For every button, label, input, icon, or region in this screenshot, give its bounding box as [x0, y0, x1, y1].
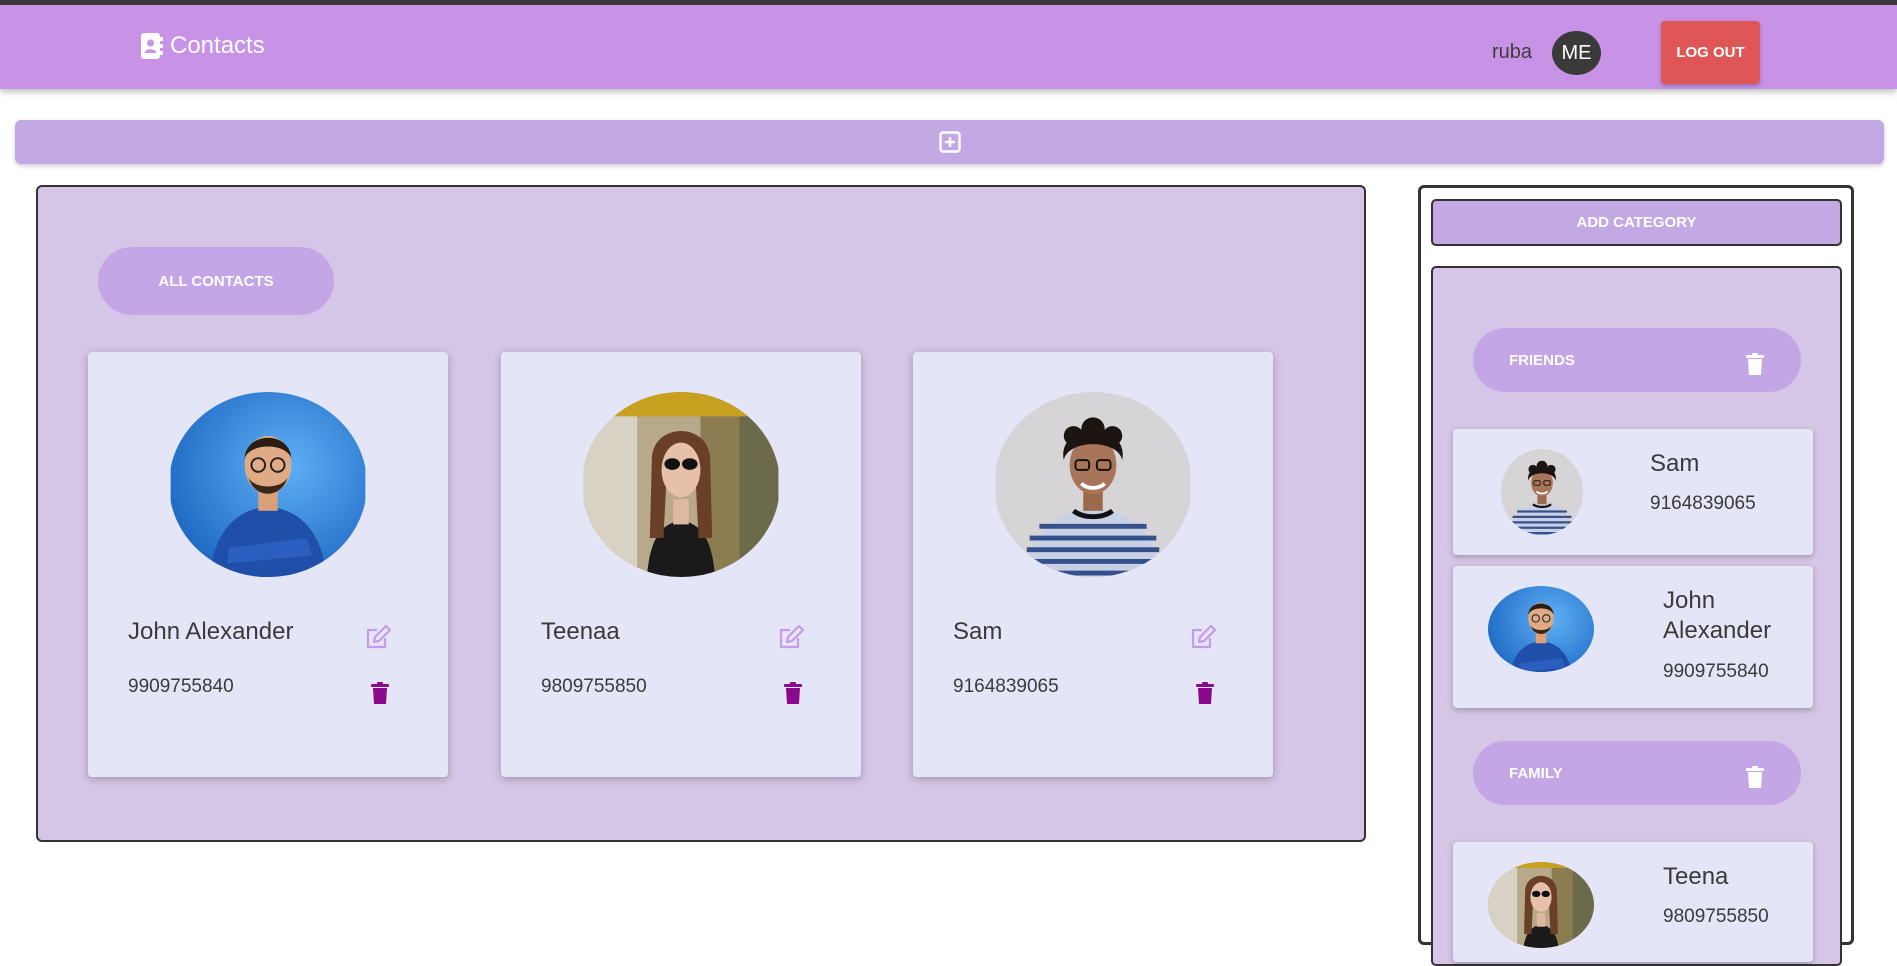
trash-icon[interactable]	[784, 682, 802, 704]
contact-name: Teena	[1663, 863, 1729, 890]
app-title: Contacts	[170, 32, 265, 59]
categories-panel: ADD CATEGORY FRIENDS Sam 9164839065 John…	[1418, 185, 1854, 966]
contacts-panel: ALL CONTACTS John Alexander 9909755840 T…	[36, 185, 1366, 842]
add-category-button[interactable]: ADD CATEGORY	[1431, 199, 1842, 246]
category-list: FRIENDS Sam 9164839065 John Alexander 99…	[1431, 266, 1842, 966]
contact-name: Teenaa	[541, 618, 620, 645]
all-contacts-button[interactable]: ALL CONTACTS	[98, 247, 334, 315]
trash-icon[interactable]	[1745, 766, 1765, 788]
contact-name: Sam	[1650, 450, 1700, 477]
contact-name: Sam	[953, 618, 1003, 645]
edit-icon[interactable]	[778, 624, 804, 650]
contact-phone: 9809755850	[541, 676, 647, 697]
edit-icon[interactable]	[1190, 624, 1216, 650]
contact-photo	[1488, 586, 1594, 672]
trash-icon[interactable]	[371, 682, 389, 704]
trash-icon[interactable]	[1196, 682, 1214, 704]
logout-button[interactable]: LOG OUT	[1661, 21, 1760, 84]
trash-icon[interactable]	[1745, 353, 1765, 375]
contact-card[interactable]: Sam 9164839065	[913, 352, 1273, 777]
category-friends[interactable]: FRIENDS	[1473, 328, 1801, 392]
contact-photo	[1501, 449, 1583, 535]
contact-book-icon	[141, 33, 163, 59]
contact-phone: 9909755840	[1663, 661, 1769, 682]
app-bar: Contacts ruba ME LOG OUT	[0, 5, 1897, 89]
contact-photo	[994, 392, 1192, 577]
username: ruba	[1492, 41, 1533, 63]
contact-photo	[169, 392, 367, 577]
contact-phone: 9164839065	[1650, 493, 1756, 514]
add-contact-bar[interactable]	[15, 120, 1884, 164]
category-family[interactable]: FAMILY	[1473, 741, 1801, 805]
category-contact-item[interactable]: John Alexander 9909755840	[1453, 566, 1813, 708]
contact-photo	[1488, 862, 1594, 948]
category-label: FRIENDS	[1509, 352, 1575, 369]
contact-name: John Alexander	[128, 618, 294, 645]
category-contact-item[interactable]: Teena 9809755850	[1453, 842, 1813, 962]
contact-card[interactable]: Teenaa 9809755850	[501, 352, 861, 777]
add-box-icon	[938, 131, 961, 153]
contact-photo	[582, 392, 780, 577]
edit-icon[interactable]	[365, 624, 391, 650]
contact-name: John Alexander	[1663, 587, 1772, 644]
app-brand[interactable]: Contacts	[140, 32, 265, 60]
contact-phone: 9909755840	[128, 676, 234, 697]
category-label: FAMILY	[1509, 765, 1563, 782]
contact-phone: 9809755850	[1663, 906, 1769, 927]
contact-card[interactable]: John Alexander 9909755840	[88, 352, 448, 777]
contact-phone: 9164839065	[953, 676, 1059, 697]
category-contact-item[interactable]: Sam 9164839065	[1453, 429, 1813, 555]
avatar[interactable]: ME	[1552, 31, 1601, 75]
